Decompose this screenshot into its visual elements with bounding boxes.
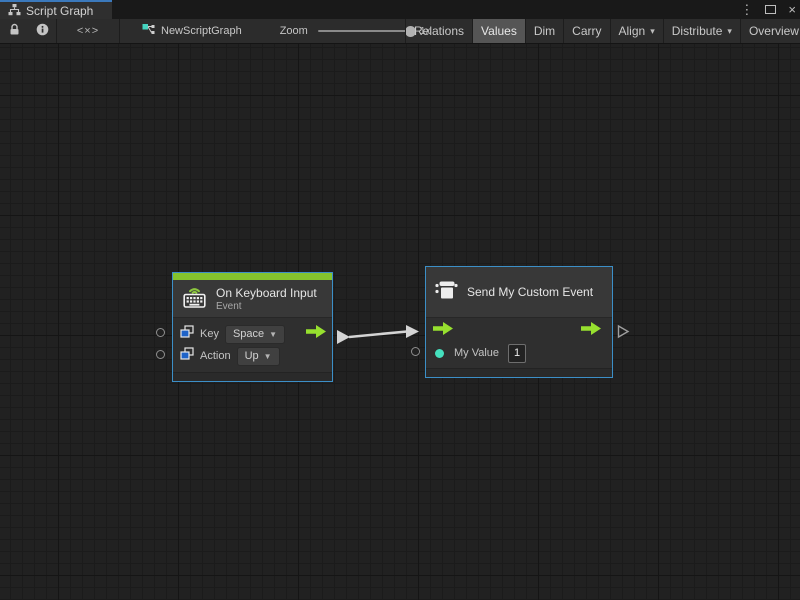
tab-script-graph[interactable]: Script Graph (0, 0, 112, 19)
node-header[interactable]: Send My Custom Event (426, 267, 612, 318)
align-dropdown-button[interactable]: Align ▾ (610, 19, 663, 43)
chevron-down-icon: ▼ (264, 352, 272, 361)
lock-button[interactable] (0, 19, 28, 43)
key-dropdown[interactable]: Space ▼ (225, 325, 285, 344)
zoom-slider[interactable] (318, 30, 413, 32)
node-send-my-custom-event[interactable]: Send My Custom Event My Value 1 (425, 266, 613, 378)
script-graph-asset-icon (142, 23, 155, 39)
action-input-port-circle[interactable] (156, 350, 165, 359)
node-header[interactable]: On Keyboard Input Event (173, 280, 332, 318)
my-value-input[interactable]: 1 (508, 344, 526, 363)
chevron-down-icon: ▾ (727, 26, 732, 37)
maximize-icon[interactable] (765, 5, 776, 14)
graph-hierarchy-icon (8, 3, 21, 19)
toolbar-separator (119, 19, 120, 43)
chevron-down-icon: ▾ (650, 26, 655, 37)
connection-wire[interactable] (0, 44, 800, 600)
node-subtitle: Event (216, 301, 317, 312)
port-row-control (426, 320, 612, 342)
node-on-keyboard-input[interactable]: On Keyboard Input Event Key Space ▼ (172, 272, 333, 382)
code-view-icon: <×> (77, 25, 99, 37)
dim-button[interactable]: Dim (525, 19, 563, 43)
port-label-my-value: My Value (454, 347, 499, 359)
graph-canvas[interactable]: On Keyboard Input Event Key Space ▼ (0, 44, 800, 600)
info-icon (36, 23, 49, 39)
my-value-input-port-circle[interactable] (411, 347, 420, 356)
node-title: On Keyboard Input (216, 286, 317, 300)
zoom-label: Zoom (280, 25, 308, 37)
action-dropdown[interactable]: Up ▼ (237, 347, 280, 366)
unconnected-output-port-triangle[interactable] (617, 324, 630, 344)
enum-type-icon (180, 347, 194, 366)
distribute-dropdown-button[interactable]: Distribute ▾ (663, 19, 740, 43)
port-row-my-value: My Value 1 (426, 342, 612, 364)
keyboard-event-icon (181, 283, 208, 315)
graph-toolbar: <×> NewScriptGraph Zoom 1x Relations Val… (0, 19, 800, 44)
graph-breadcrumb[interactable]: NewScriptGraph (142, 23, 242, 39)
values-button[interactable]: Values (472, 19, 525, 43)
lock-icon (9, 23, 20, 39)
kebab-menu-icon[interactable]: ⋮ (740, 3, 753, 16)
overview-button[interactable]: Overview (740, 19, 800, 43)
control-output-port-arrow[interactable] (306, 325, 326, 343)
tab-bar: Script Graph ⋮ × (0, 0, 800, 19)
window-controls: ⋮ × (740, 0, 796, 19)
port-label-key: Key (200, 328, 219, 340)
enum-type-icon (180, 325, 194, 344)
inspector-info-button[interactable] (28, 19, 56, 43)
graph-name: NewScriptGraph (161, 25, 242, 37)
value-port-dot-icon[interactable] (435, 349, 444, 358)
code-view-toggle-button[interactable]: <×> (57, 19, 119, 43)
node-footer (426, 368, 612, 377)
relations-button[interactable]: Relations (405, 19, 472, 43)
carry-button[interactable]: Carry (563, 19, 609, 43)
tab-title: Script Graph (26, 4, 93, 18)
node-body: My Value 1 (426, 318, 612, 368)
toolbar-toggle-buttons: Relations Values Dim Carry Align ▾ Distr… (405, 19, 800, 43)
chevron-down-icon: ▼ (269, 330, 277, 339)
port-row-action: Action Up ▼ (173, 345, 332, 367)
control-input-port-arrow[interactable] (433, 322, 453, 340)
node-footer (173, 372, 332, 381)
port-label-action: Action (200, 350, 231, 362)
custom-event-icon (434, 277, 459, 307)
port-row-key: Key Space ▼ (173, 323, 332, 345)
node-title: Send My Custom Event (467, 285, 593, 299)
event-color-bar (173, 273, 332, 280)
node-body: Key Space ▼ Action Up (173, 318, 332, 372)
close-icon[interactable]: × (788, 3, 796, 16)
control-output-port-arrow[interactable] (581, 322, 601, 340)
key-input-port-circle[interactable] (156, 328, 165, 337)
